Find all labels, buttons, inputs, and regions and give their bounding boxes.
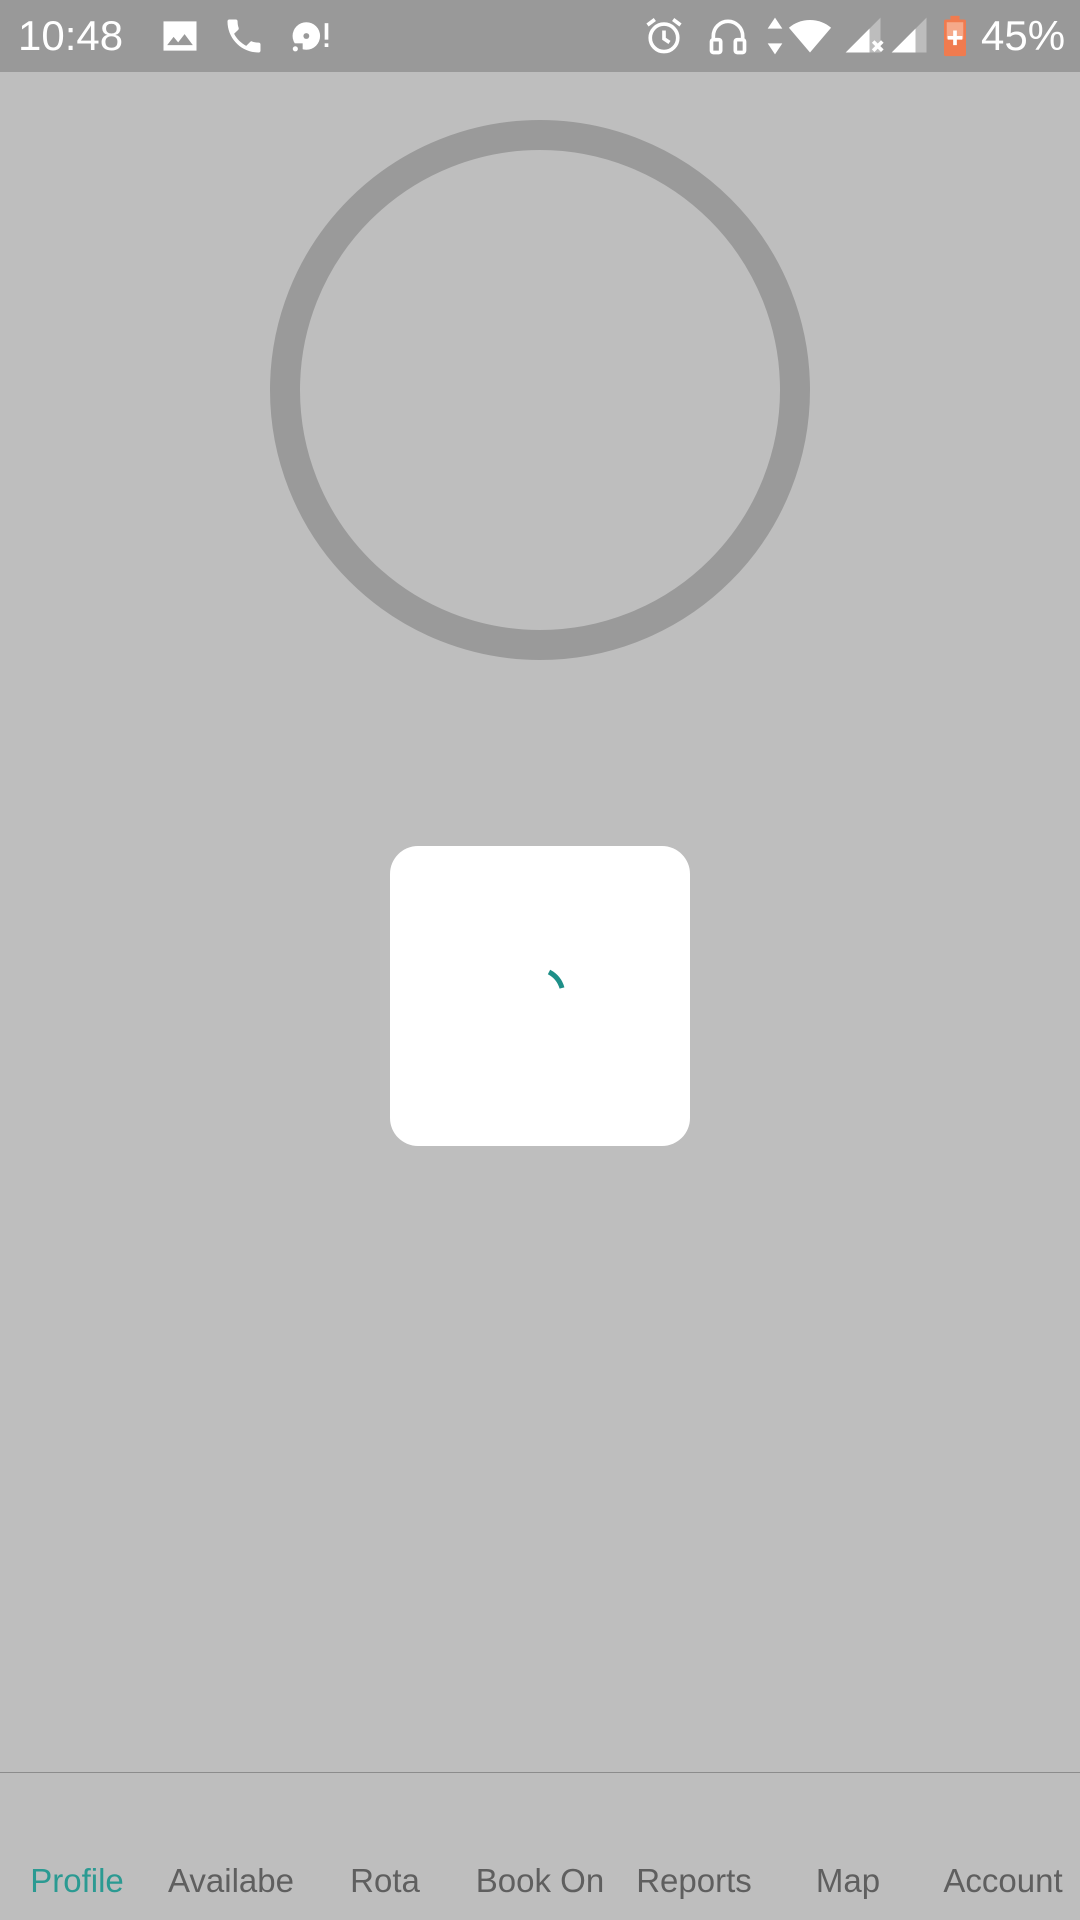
image-icon xyxy=(158,14,202,58)
wifi-icon xyxy=(786,14,834,58)
signal-icon xyxy=(888,14,932,58)
status-bar: 10:48 45% xyxy=(0,0,1080,72)
avatar xyxy=(270,120,810,660)
tab-map[interactable]: Map xyxy=(770,1854,926,1920)
battery-charging-icon xyxy=(940,14,970,58)
loading-spinner-icon xyxy=(520,950,600,1030)
status-time: 10:48 xyxy=(18,12,124,59)
bottom-tab-bar: Profile Availabe Rota Book On Reports Ma… xyxy=(0,1773,1080,1920)
tab-rota[interactable]: Rota xyxy=(308,1854,462,1920)
phone-icon xyxy=(222,14,266,58)
signal-no-service-icon xyxy=(842,14,886,58)
data-arrows-icon xyxy=(764,14,786,58)
tab-book-on[interactable]: Book On xyxy=(462,1854,618,1920)
headphones-icon xyxy=(706,14,750,58)
tab-reports[interactable]: Reports xyxy=(618,1854,770,1920)
battery-percentage: 45% xyxy=(981,12,1066,59)
tab-profile[interactable]: Profile xyxy=(0,1854,154,1920)
tab-account[interactable]: Account xyxy=(926,1854,1080,1920)
alarm-icon xyxy=(642,14,686,58)
tab-available[interactable]: Availabe xyxy=(154,1854,308,1920)
disc-alert-icon xyxy=(288,14,332,58)
